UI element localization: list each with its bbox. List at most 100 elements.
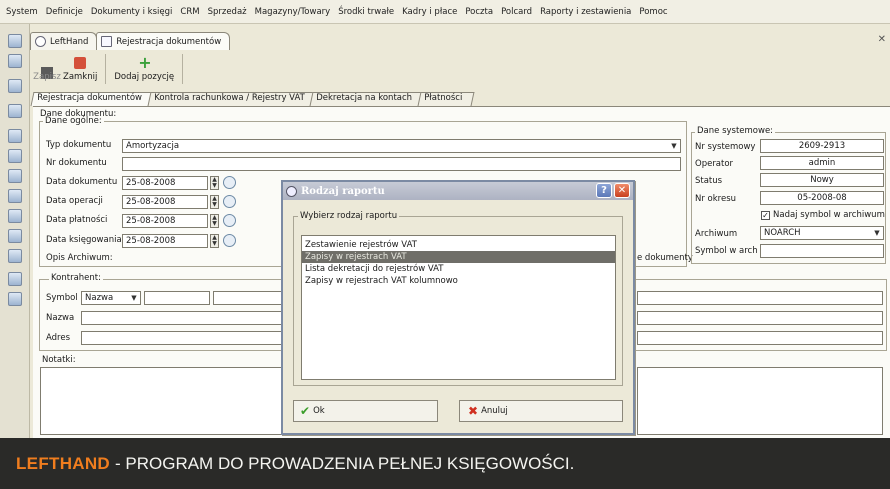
op-date-spinner[interactable]: ▲ ▼ bbox=[210, 195, 219, 209]
op-date-label: Data operacji bbox=[46, 196, 103, 206]
notes-label: Notatki: bbox=[42, 355, 76, 365]
menu-polcard[interactable]: Polcard bbox=[501, 7, 532, 17]
name-input[interactable] bbox=[81, 311, 313, 325]
add-item-button[interactable]: + Dodaj pozycję bbox=[109, 52, 179, 86]
symbol-input[interactable] bbox=[144, 291, 210, 305]
pay-date-input[interactable]: 25-08-2008 bbox=[122, 214, 208, 228]
menu-bar: System Definicje Dokumenty i księgi CRM … bbox=[0, 0, 890, 24]
archive-desc-label: Opis Archiwum: bbox=[46, 253, 113, 263]
archive-symbol-input[interactable] bbox=[760, 244, 884, 258]
symbol-type-value: Nazwa bbox=[85, 293, 114, 303]
menu-hr-payroll[interactable]: Kadry i płace bbox=[402, 7, 457, 17]
tab-account-postings[interactable]: Dekretacja na kontach bbox=[309, 92, 425, 106]
tab-payments[interactable]: Płatności bbox=[417, 92, 475, 106]
list-item[interactable]: Zestawienie rejestrów VAT bbox=[302, 239, 615, 251]
toolbar-separator bbox=[105, 54, 107, 84]
tab-registration-label: Rejestracja dokumentów bbox=[37, 93, 142, 103]
menu-reports[interactable]: Raporty i zestawienia bbox=[540, 7, 631, 17]
menu-fixed-assets[interactable]: Środki trwałe bbox=[338, 7, 394, 17]
list-item[interactable]: Lista dekretacji do rejestrów VAT bbox=[302, 263, 615, 275]
archive-select[interactable]: NOARCH ▼ bbox=[760, 226, 884, 240]
card-icon[interactable] bbox=[8, 229, 22, 243]
contractor-group-caption: Kontrahent: bbox=[49, 273, 103, 283]
calendar-icon[interactable] bbox=[223, 176, 236, 189]
save-button[interactable]: Zapisz bbox=[33, 52, 61, 86]
caption-banner: LEFTHAND - PROGRAM DO PROWADZENIA PEŁNEJ… bbox=[0, 438, 890, 489]
document-icon[interactable] bbox=[8, 54, 22, 68]
book-date-input[interactable]: 25-08-2008 bbox=[122, 234, 208, 248]
doc-type-select[interactable]: Amortyzacja ▼ bbox=[122, 139, 681, 153]
archive-symbol-checkbox[interactable]: ✓ bbox=[761, 211, 770, 220]
tab-vat-control-label: Kontrola rachunkowa / Rejestry VAT bbox=[153, 93, 305, 103]
dialog-titlebar: Rodzaj raportu ? ✕ bbox=[283, 182, 633, 200]
menu-system[interactable]: System bbox=[6, 7, 38, 17]
menu-sales[interactable]: Sprzedaż bbox=[208, 7, 247, 17]
menu-definitions[interactable]: Definicje bbox=[46, 7, 83, 17]
contractor-extra-input[interactable] bbox=[637, 291, 883, 305]
table-icon[interactable] bbox=[8, 189, 22, 203]
report-type-list[interactable]: Zestawienie rejestrów VAT Zapisy w rejes… bbox=[301, 235, 616, 380]
tools-icon[interactable] bbox=[8, 34, 22, 48]
menu-documents[interactable]: Dokumenty i księgi bbox=[91, 7, 173, 17]
pay-date-spinner[interactable]: ▲ ▼ bbox=[210, 214, 219, 228]
banner-brand: LEFTHAND bbox=[16, 453, 110, 473]
app-tabs: LeftHand Rejestracja dokumentów bbox=[30, 30, 231, 50]
name-extra-input[interactable] bbox=[637, 311, 883, 325]
report-icon[interactable] bbox=[8, 209, 22, 223]
tab-registration[interactable]: Rejestracja dokumentów bbox=[30, 92, 155, 106]
status-field: Nowy bbox=[760, 173, 884, 187]
users-icon[interactable] bbox=[8, 104, 22, 118]
list-item[interactable]: Zapisy w rejestrach VAT kolumnowo bbox=[302, 275, 615, 287]
close-button[interactable]: Zamknij bbox=[58, 52, 102, 86]
archive-label: Archiwum bbox=[695, 229, 738, 239]
name-label: Nazwa bbox=[46, 313, 75, 323]
notes-textarea[interactable] bbox=[40, 367, 315, 435]
address-input[interactable] bbox=[81, 331, 313, 345]
address-label: Adres bbox=[46, 333, 71, 343]
mail-icon[interactable] bbox=[8, 249, 22, 263]
calculator-icon[interactable] bbox=[8, 129, 22, 143]
tab-vat-control[interactable]: Kontrola rachunkowa / Rejestry VAT bbox=[147, 92, 317, 106]
doc-date-input[interactable]: 25-08-2008 bbox=[122, 176, 208, 190]
archive-value: NOARCH bbox=[764, 228, 801, 238]
notes-extra-area[interactable] bbox=[637, 367, 883, 435]
chevron-down-icon[interactable]: ▼ bbox=[872, 228, 882, 238]
archive-symbol-label: Symbol w arch bbox=[695, 246, 758, 256]
save-label: Zapisz bbox=[33, 72, 61, 82]
calendar-icon[interactable] bbox=[223, 234, 236, 247]
menu-mail[interactable]: Poczta bbox=[465, 7, 493, 17]
ok-button[interactable]: ✔ Ok bbox=[293, 400, 438, 422]
close-icon[interactable]: ✕ bbox=[614, 183, 630, 198]
tab-account-postings-label: Dekretacja na kontach bbox=[316, 93, 413, 103]
people-icon[interactable] bbox=[8, 149, 22, 163]
exit-icon bbox=[74, 57, 87, 69]
calendar-icon[interactable] bbox=[223, 214, 236, 227]
chevron-down-icon[interactable]: ▼ bbox=[669, 141, 679, 151]
menu-warehouses[interactable]: Magazyny/Towary bbox=[255, 7, 331, 17]
dialog-title: Rodzaj raportu bbox=[301, 185, 385, 197]
list-item-selected[interactable]: Zapisy w rejestrach VAT bbox=[302, 251, 615, 263]
tab-payments-label: Płatności bbox=[424, 93, 463, 103]
tab-document-registration[interactable]: Rejestracja dokumentów bbox=[96, 32, 231, 50]
doc-date-spinner[interactable]: ▲ ▼ bbox=[210, 176, 219, 190]
tab-lefthand[interactable]: LeftHand bbox=[30, 32, 98, 50]
menu-crm[interactable]: CRM bbox=[180, 7, 199, 17]
calendar-icon[interactable] bbox=[223, 195, 236, 208]
address-extra-input[interactable] bbox=[637, 331, 883, 345]
help-icon[interactable]: ? bbox=[596, 183, 612, 198]
menu-help[interactable]: Pomoc bbox=[639, 7, 667, 17]
op-date-input[interactable]: 25-08-2008 bbox=[122, 195, 208, 209]
ledger-icon[interactable] bbox=[8, 79, 22, 93]
book-date-spinner[interactable]: ▲ ▼ bbox=[210, 234, 219, 248]
system-group-caption: Dane systemowe: bbox=[695, 126, 776, 136]
doc-number-input[interactable] bbox=[122, 157, 681, 171]
close-icon[interactable]: ✕ bbox=[878, 34, 886, 45]
warehouse-icon[interactable] bbox=[8, 169, 22, 183]
cancel-button[interactable]: ✖ Anuluj bbox=[459, 400, 623, 422]
general-group-caption: Dane ogólne: bbox=[43, 116, 104, 126]
chart-icon[interactable] bbox=[8, 272, 22, 286]
symbol-type-select[interactable]: Nazwa ▼ bbox=[81, 291, 141, 305]
chevron-down-icon[interactable]: ▼ bbox=[129, 293, 139, 303]
doc-date-label: Data dokumentu bbox=[46, 177, 118, 187]
settings-icon[interactable] bbox=[8, 292, 22, 306]
